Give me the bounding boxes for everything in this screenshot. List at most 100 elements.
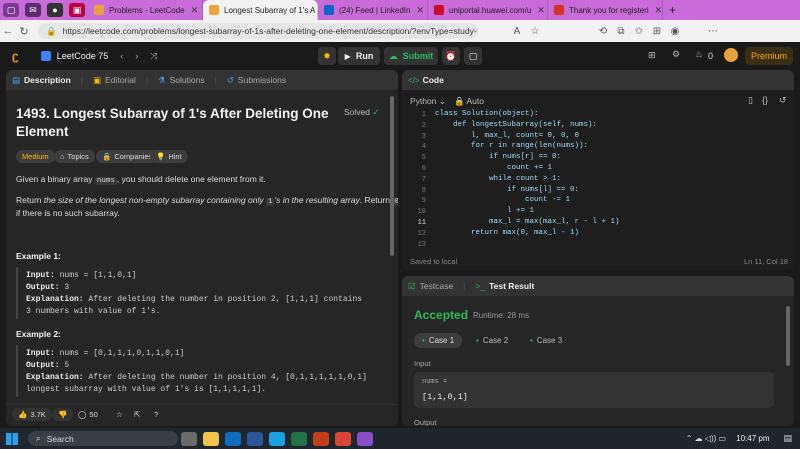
tab-submissions[interactable]: ↺ Submissions — [227, 75, 286, 86]
share-button[interactable]: ⇱ — [128, 408, 146, 421]
shuffle-icon[interactable]: ⤨ — [150, 51, 157, 62]
document-icon: ▤ — [12, 74, 21, 85]
reset-icon[interactable]: ↺ — [779, 95, 787, 106]
notes-button[interactable]: ▢ — [464, 47, 482, 65]
code-line[interactable]: count -= 1 — [435, 196, 570, 204]
tab-solutions[interactable]: ⚗ Solutions — [158, 75, 205, 86]
extension-icon[interactable]: ✉ — [25, 3, 41, 17]
favorite-button[interactable]: ☆ — [110, 408, 129, 421]
chrome-icon[interactable] — [335, 431, 351, 446]
extensions-icon[interactable]: ⟲ — [594, 26, 612, 37]
code-line[interactable]: while count > 1: — [435, 175, 561, 183]
case-3-tab[interactable]: • Case 3 — [522, 333, 570, 348]
code-line[interactable]: for r in range(len(nums)): — [435, 142, 588, 150]
tab-editorial[interactable]: ▣ Editorial — [93, 75, 136, 86]
run-button[interactable]: ▶ Run — [338, 47, 380, 65]
github-icon[interactable]: ● — [47, 3, 63, 17]
comments-button[interactable]: ◯ 50 — [72, 408, 104, 421]
dislike-button[interactable]: 👎 — [52, 408, 74, 421]
line-number: 8 — [421, 186, 426, 195]
word-icon[interactable] — [247, 431, 263, 446]
tab-test-result[interactable]: >_ Test Result — [475, 281, 534, 291]
leetcode-logo-icon[interactable]: ʗ — [12, 49, 19, 63]
description-scrollbar[interactable] — [390, 96, 394, 256]
code-line[interactable]: def longestSubarray(self, nums): — [435, 121, 597, 129]
mail-icon[interactable] — [225, 431, 241, 446]
submit-button[interactable]: ☁ Submit — [384, 47, 438, 65]
thumbs-up-icon: 👍 — [18, 410, 28, 419]
close-icon[interactable]: ✕ — [531, 5, 545, 16]
premium-button[interactable]: Premium — [745, 47, 793, 65]
notification-icon[interactable]: ▤ — [783, 433, 792, 444]
tab-code[interactable]: </> Code — [408, 75, 444, 85]
like-button[interactable]: 👍 3.7K — [12, 408, 52, 421]
code-line[interactable]: count += 1 — [435, 164, 552, 172]
code-line[interactable]: l += 1 — [435, 207, 534, 215]
cloud-upload-icon: ☁ — [388, 50, 398, 61]
case-2-tab[interactable]: • Case 2 — [468, 333, 516, 348]
auto-mode[interactable]: 🔒 Auto — [454, 96, 484, 107]
browser-tab[interactable]: uniportal.huawei.com/u ✕ — [428, 0, 548, 20]
prev-problem-icon[interactable]: ‹ — [120, 51, 123, 61]
hint-button[interactable]: 💡 Hint — [150, 150, 188, 163]
streak-fire-icon[interactable]: ♨ — [695, 49, 703, 60]
more-icon[interactable]: ⋯ — [704, 26, 722, 37]
code-line[interactable]: if nums[r] == 0: — [435, 153, 561, 161]
edge-icon[interactable] — [269, 431, 285, 446]
close-icon[interactable]: ✕ — [185, 5, 199, 16]
code-line[interactable]: class Solution(object): — [435, 110, 539, 118]
result-scrollbar[interactable] — [786, 306, 790, 366]
bookmark-icon[interactable]: ▯ — [748, 95, 753, 106]
system-tray[interactable]: ⌃ ☁ ◁)) ▭ — [686, 434, 726, 443]
gmail-favicon-icon — [554, 5, 564, 15]
timer-button[interactable]: ⏰ — [442, 47, 460, 65]
collections-icon[interactable]: ⊞ — [648, 26, 666, 37]
language-select[interactable]: Python ⌄ — [410, 96, 446, 107]
powerpoint-icon[interactable] — [313, 431, 329, 446]
braces-icon[interactable]: {} — [762, 95, 768, 105]
close-icon[interactable]: ✕ — [649, 5, 662, 16]
settings-icon[interactable]: ⚙ — [672, 49, 680, 60]
read-aloud-icon[interactable]: A — [508, 26, 526, 37]
debug-button[interactable]: ✸ — [318, 47, 336, 65]
url-input[interactable]: 🔒 https://leetcode.com/problems/longest-… — [38, 23, 478, 39]
excel-icon[interactable] — [291, 431, 307, 446]
favorites-icon[interactable]: ✩ — [630, 26, 648, 37]
next-problem-icon[interactable]: › — [135, 51, 138, 61]
task-view-icon[interactable] — [181, 431, 197, 446]
tab-testcase[interactable]: ☑ Testcase — [408, 281, 453, 292]
browser-menu-icon[interactable]: ▢ — [3, 3, 19, 17]
layout-icon[interactable]: ⊞ — [648, 50, 656, 61]
browser-tab[interactable]: Problems - LeetCode ✕ — [88, 0, 203, 20]
browser-tab[interactable]: (24) Feed | LinkedIn ✕ — [318, 0, 428, 20]
companies-button[interactable]: 🔒 Companies — [96, 150, 159, 163]
close-icon[interactable]: ✕ — [410, 5, 424, 16]
study-plan-title[interactable]: LeetCode 75 — [57, 51, 109, 61]
help-button[interactable]: ? — [148, 408, 164, 421]
extension-icon-2[interactable]: ▣ — [69, 3, 85, 17]
reload-icon[interactable]: ↻ — [16, 25, 32, 38]
bug-icon: ✸ — [323, 50, 331, 61]
app-icon[interactable] — [357, 431, 373, 446]
code-line[interactable]: max_l = max(max_l, r - l + 1) — [435, 218, 620, 226]
save-status: Saved to local — [410, 257, 458, 266]
profile-icon[interactable]: ◉ — [666, 26, 684, 37]
file-explorer-icon[interactable] — [203, 431, 219, 446]
line-number: 4 — [421, 143, 426, 152]
code-line[interactable]: l, max_l, count= 0, 0, 0 — [435, 132, 579, 140]
favorite-icon[interactable]: ☆ — [526, 26, 544, 37]
code-line[interactable]: return max(0, max_l - 1) — [435, 229, 579, 237]
windows-start-icon[interactable] — [6, 432, 18, 445]
browser-tab-active[interactable]: Longest Subarray of 1's A✕ — [203, 0, 318, 20]
taskbar-search[interactable]: ⌕ Search — [28, 431, 178, 446]
result-panel: ☑ Testcase | >_ Test Result Accepted Run… — [402, 276, 794, 426]
topics-button[interactable]: ⌂ Topics — [54, 150, 95, 163]
back-icon[interactable]: ← — [0, 25, 16, 37]
code-line[interactable]: if nums[l] == 0: — [435, 186, 579, 194]
new-tab-button[interactable]: + — [663, 0, 682, 20]
case-1-tab[interactable]: • Case 1 — [414, 333, 463, 348]
browser-tab[interactable]: Thank you for registeri ✕ — [548, 0, 663, 20]
avatar[interactable] — [724, 48, 738, 62]
tab-description[interactable]: ▤ Description — [12, 75, 71, 86]
split-icon[interactable]: ⧉ — [612, 26, 630, 37]
